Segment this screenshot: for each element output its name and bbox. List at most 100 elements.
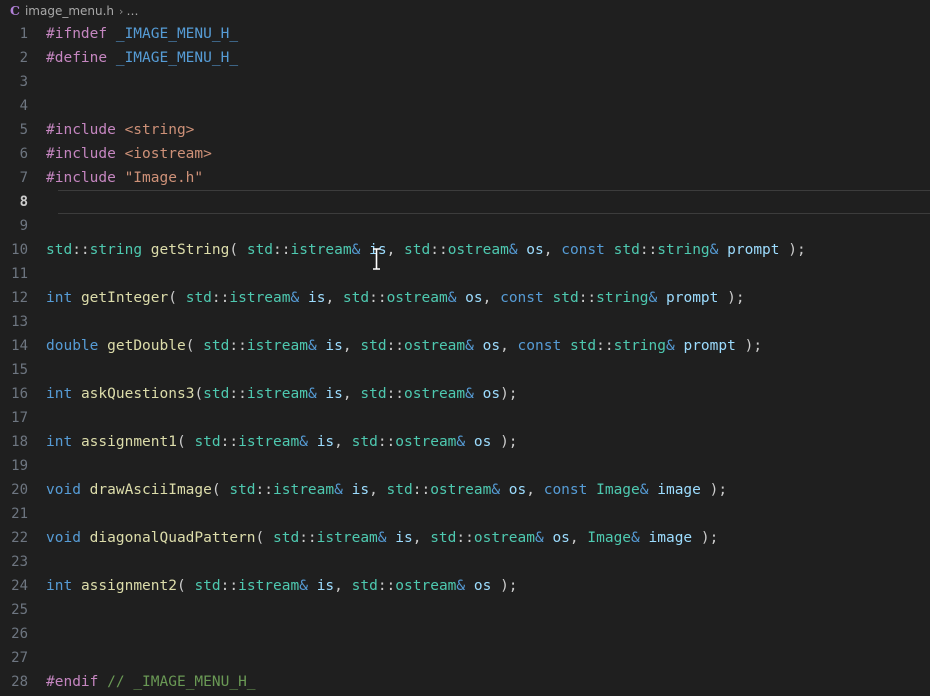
code-line[interactable]: 15: [0, 358, 930, 382]
code-line-content[interactable]: void diagonalQuadPattern( std::istream& …: [44, 526, 930, 550]
code-line-content[interactable]: [44, 262, 930, 286]
code-line-content[interactable]: [44, 502, 930, 526]
code-line[interactable]: 4: [0, 94, 930, 118]
code-line-content[interactable]: [44, 94, 930, 118]
code-line-content[interactable]: #include <iostream>: [44, 142, 930, 166]
code-line[interactable]: 9: [0, 214, 930, 238]
code-line-content[interactable]: [44, 622, 930, 646]
code-line-content[interactable]: int assignment2( std::istream& is, std::…: [44, 574, 930, 598]
code-line[interactable]: 11: [0, 262, 930, 286]
code-line[interactable]: 24 int assignment2( std::istream& is, std…: [0, 574, 930, 598]
code-line-content[interactable]: [44, 190, 930, 214]
code-token-string: <iostream>: [124, 146, 212, 162]
code-token-type: string: [89, 242, 143, 258]
code-line-content[interactable]: void drawAsciiImage( std::istream& is, s…: [44, 478, 930, 502]
code-token-ns: ::: [377, 434, 396, 450]
code-token-punct: ,: [369, 482, 387, 498]
code-line-content[interactable]: [44, 310, 930, 334]
code-line-content[interactable]: double getDouble( std::istream& is, std:…: [44, 334, 930, 358]
code-token-var: prompt: [666, 290, 719, 306]
code-token-func: getInteger: [80, 290, 169, 306]
code-token-var: prompt: [727, 242, 780, 258]
code-line-content[interactable]: [44, 646, 930, 670]
code-token-punct: );: [692, 530, 719, 546]
code-token-var: os: [465, 290, 483, 306]
code-line[interactable]: 7 #include "Image.h": [0, 166, 930, 190]
breadcrumb-item-file[interactable]: C image_menu.h: [8, 0, 116, 22]
code-line[interactable]: 14 double getDouble( std::istream& is, st…: [0, 334, 930, 358]
code-token-keyword: void: [46, 482, 81, 498]
code-token-pp: #include: [46, 146, 116, 162]
code-line-content[interactable]: [44, 70, 930, 94]
code-line-content[interactable]: [44, 358, 930, 382]
code-line-content[interactable]: std::string getString( std::istream & is,…: [44, 238, 930, 262]
code-line-content[interactable]: int assignment1( std::istream& is, std::…: [44, 430, 930, 454]
code-line[interactable]: 5 #include <string>: [0, 118, 930, 142]
code-line[interactable]: 2 #define _IMAGE_MENU_H_: [0, 46, 930, 70]
code-line[interactable]: 25: [0, 598, 930, 622]
code-line-content[interactable]: [44, 214, 930, 238]
code-token-type: std: [194, 434, 221, 450]
code-line-content[interactable]: int getInteger( std::istream& is, std::o…: [44, 286, 930, 310]
code-line-content[interactable]: #include <string>: [44, 118, 930, 142]
code-line[interactable]: 22 void diagonalQuadPattern( std::istream…: [0, 526, 930, 550]
code-token-var: prompt: [683, 338, 736, 354]
code-line-content[interactable]: [44, 598, 930, 622]
code-token-type: string: [596, 290, 649, 306]
code-line[interactable]: 18 int assignment1( std::istream& is, std…: [0, 430, 930, 454]
code-token-punct: ,: [334, 434, 352, 450]
code-line-content[interactable]: [44, 406, 930, 430]
code-token-punct: ,: [543, 242, 562, 258]
code-line[interactable]: 26: [0, 622, 930, 646]
code-line-content[interactable]: #ifndef _IMAGE_MENU_H_: [44, 22, 930, 46]
code-token-var: os: [473, 578, 492, 594]
code-surface[interactable]: 1 #ifndef _IMAGE_MENU_H_ 2 #define _IMAGE_M…: [0, 22, 930, 696]
code-line[interactable]: 3: [0, 70, 930, 94]
code-line[interactable]: 20 void drawAsciiImage( std::istream& is,…: [0, 478, 930, 502]
breadcrumb-overflow-symbols[interactable]: …: [126, 4, 139, 18]
code-line-content[interactable]: #define _IMAGE_MENU_H_: [44, 46, 930, 70]
code-token-type: std: [552, 290, 579, 306]
code-line[interactable]: 10 std::string getString( std::istream & i…: [0, 238, 930, 262]
code-line[interactable]: 21: [0, 502, 930, 526]
code-line[interactable]: 6 #include <iostream>: [0, 142, 930, 166]
code-token-ns: ::: [377, 578, 396, 594]
code-line-content[interactable]: #include "Image.h": [44, 166, 930, 190]
code-line[interactable]: 23: [0, 550, 930, 574]
code-token-keyword: &: [334, 482, 343, 498]
code-editor[interactable]: 1 #ifndef _IMAGE_MENU_H_ 2 #define _IMAGE_M…: [0, 22, 930, 696]
code-line-content[interactable]: int askQuestions3(std::istream& is, std:…: [44, 382, 930, 406]
code-token-punct: ,: [482, 290, 501, 306]
code-token-ns: ::: [369, 290, 387, 306]
code-line[interactable]: 17: [0, 406, 930, 430]
code-line[interactable]: 12 int getInteger( std::istream& is, std:…: [0, 286, 930, 310]
code-token-keyword: int: [46, 578, 73, 594]
code-line[interactable]: 19: [0, 454, 930, 478]
code-line[interactable]: 16 int askQuestions3(std::istream& is, st…: [0, 382, 930, 406]
code-token-punct: (: [211, 482, 230, 498]
code-token-punct: ,: [500, 338, 518, 354]
code-line[interactable]: 27: [0, 646, 930, 670]
code-line[interactable]: 1 #ifndef _IMAGE_MENU_H_: [0, 22, 930, 46]
code-line-content[interactable]: [44, 454, 930, 478]
code-token-punct: (: [168, 290, 186, 306]
code-line-content[interactable]: #endif // _IMAGE_MENU_H_: [44, 670, 930, 694]
code-line-content[interactable]: [44, 550, 930, 574]
code-token-var: os: [473, 434, 492, 450]
line-number: 4: [19, 98, 28, 114]
code-token-ns: ::: [386, 386, 405, 402]
code-line[interactable]: 13: [0, 310, 930, 334]
code-token-type: ostream: [473, 530, 535, 546]
code-token-var: is: [316, 578, 335, 594]
code-line[interactable]: 28 #endif // _IMAGE_MENU_H_: [0, 670, 930, 694]
code-line[interactable]: 8: [0, 190, 930, 214]
